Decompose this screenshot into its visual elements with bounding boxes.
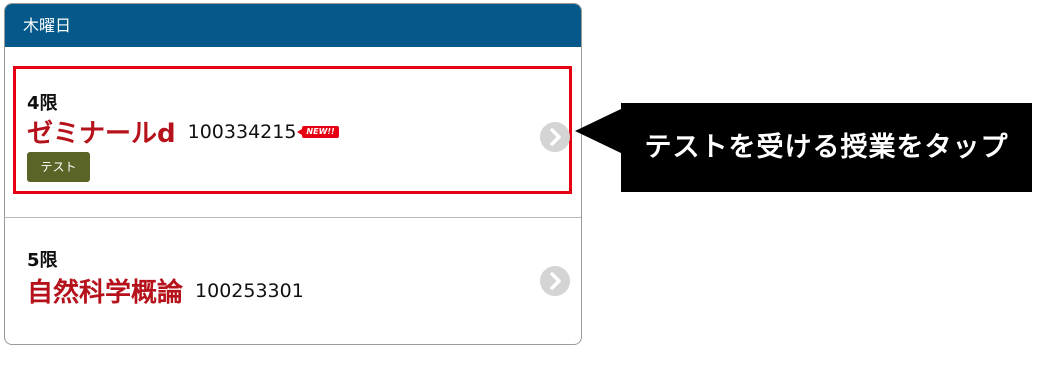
test-tag[interactable]: テスト (27, 152, 90, 182)
chevron-right-circle-icon[interactable] (540, 266, 570, 296)
course-line: ゼミナールd 100334215 NEW!! (27, 113, 339, 150)
instruction-callout: テストを受ける授業をタップ (621, 103, 1032, 192)
course-code: 100253301 (195, 279, 304, 302)
day-header: 木曜日 (5, 4, 581, 47)
period-label: 5限 (27, 250, 58, 271)
course-code: 100334215 (187, 120, 297, 143)
period-label: 4限 (27, 93, 58, 114)
callout-pointer (575, 108, 623, 154)
course-line: 自然科学概論 100253301 (27, 272, 304, 309)
timetable-panel: 木曜日 4限 ゼミナールd 100334215 NEW!! テスト 5限 自然科学概… (4, 3, 582, 345)
chevron-right-circle-icon[interactable] (540, 122, 570, 152)
course-name: 自然科学概論 (27, 278, 184, 308)
class-row-period-5[interactable]: 5限 自然科学概論 100253301 (5, 217, 581, 344)
new-badge: NEW!! (297, 125, 339, 138)
course-name: ゼミナールd (27, 119, 176, 149)
class-row-period-4[interactable]: 4限 ゼミナールd 100334215 NEW!! テスト (5, 47, 581, 217)
